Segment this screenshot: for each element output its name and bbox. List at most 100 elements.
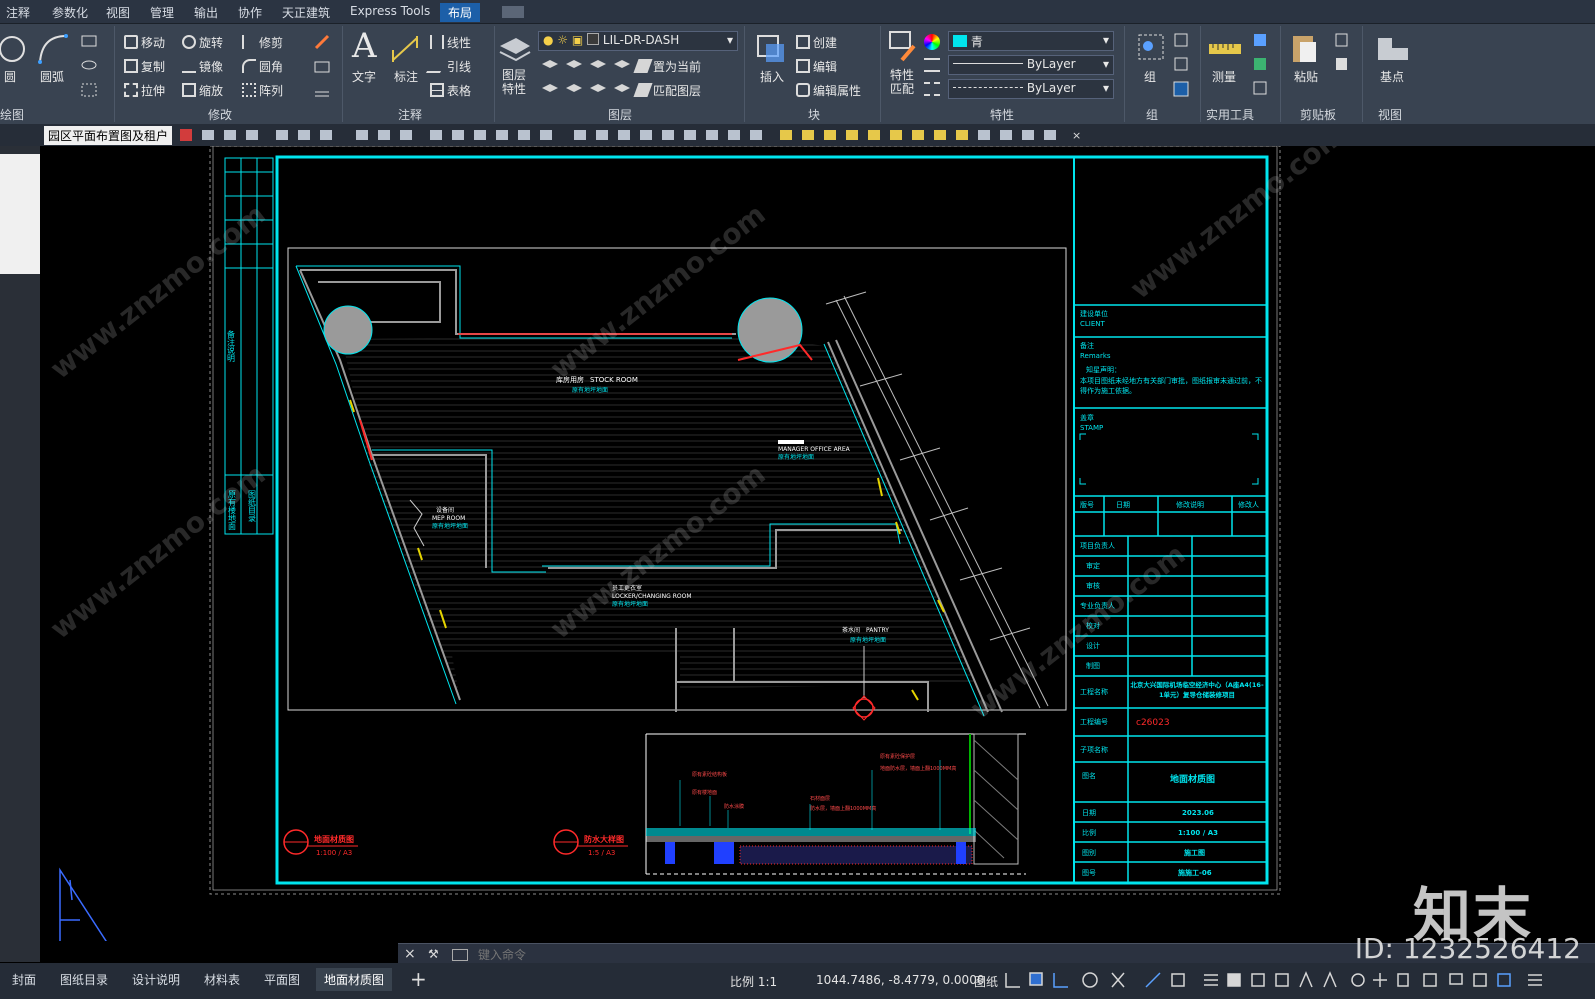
linear-dim-button[interactable]: 线性: [430, 34, 471, 51]
paper-space-toggle[interactable]: 图纸: [974, 973, 998, 990]
layout-tab[interactable]: 设计说明: [132, 971, 180, 988]
menu-layout[interactable]: 布局: [440, 3, 481, 22]
layers-panel-label[interactable]: 图层: [608, 106, 632, 123]
color-dropdown[interactable]: 青 ▾: [948, 31, 1114, 51]
menu-manage[interactable]: 管理: [150, 4, 174, 21]
menu-collaborate[interactable]: 协作: [238, 4, 262, 21]
mirror-button[interactable]: 镜像: [182, 58, 223, 75]
svg-text:原有素砼保护层: 原有素砼保护层: [880, 753, 915, 760]
modify-panel-label[interactable]: 修改: [208, 106, 232, 123]
room-label-en: MANAGER OFFICE AREA: [778, 446, 851, 453]
set-current-button[interactable]: 置为当前: [633, 58, 701, 75]
group-tool-icons[interactable]: [1172, 32, 1192, 102]
base-view-icon[interactable]: [1376, 36, 1410, 62]
layout-tab[interactable]: 平面图: [264, 971, 300, 988]
svg-text:日期: 日期: [1082, 809, 1096, 817]
annotation-scale[interactable]: 比例 1:1: [730, 973, 777, 990]
lock-icon: ▣: [571, 33, 584, 47]
paste-label: 粘贴: [1294, 70, 1319, 84]
edit-attribute-button[interactable]: 编辑属性: [796, 82, 861, 99]
menu-annotate[interactable]: 注释: [6, 4, 30, 21]
clipboard-tool-icons[interactable]: [1334, 32, 1350, 78]
room-material: 原有地坪地面: [850, 636, 886, 644]
array-button[interactable]: 阵列: [242, 82, 283, 99]
drawing-canvas[interactable]: 备注说明 原有楼地面 图纸目录 库房用房 STOCK ROOM 原有地坪地面 M…: [40, 146, 1595, 941]
block-panel-label[interactable]: 块: [808, 106, 820, 123]
lightbulb-icon: ●: [543, 33, 554, 47]
scale-button[interactable]: 缩放: [182, 82, 223, 99]
match-properties-icon[interactable]: [888, 30, 918, 64]
rotate-button[interactable]: 旋转: [182, 34, 223, 51]
circle-label: 圆: [4, 70, 17, 84]
multileader-button[interactable]: 引线: [425, 58, 471, 75]
menu-view[interactable]: 视图: [106, 4, 130, 21]
lineweight-dropdown[interactable]: ByLayer ▾: [948, 55, 1114, 75]
properties-panel-label[interactable]: 特性: [990, 106, 1014, 123]
ribbon: 圆 圆弧 绘图 移动 旋转 修剪 复制 镜像 圆角 拉伸 缩放 阵列 修改 A …: [0, 24, 1595, 124]
svg-text:修改说明: 修改说明: [1176, 500, 1204, 509]
view-panel-label[interactable]: 视图: [1378, 106, 1402, 123]
add-layout-icon[interactable]: +: [410, 967, 427, 991]
room-label-cn: 设备间: [436, 506, 454, 514]
paste-icon[interactable]: [1290, 30, 1320, 66]
edit-block-icon: [796, 59, 810, 73]
chevron-down-icon: ▾: [1102, 81, 1109, 95]
menu-tangent[interactable]: 天正建筑: [282, 4, 330, 21]
svg-text:建设单位: 建设单位: [1080, 309, 1108, 318]
dimension-icon[interactable]: [390, 34, 420, 64]
stamp-corners: [1079, 433, 1259, 485]
draw-panel-label[interactable]: 绘图: [0, 106, 24, 123]
svg-text:STAMP: STAMP: [1080, 424, 1103, 432]
table-button[interactable]: 表格: [430, 82, 471, 99]
arc-icon[interactable]: [36, 32, 70, 66]
measure-icon[interactable]: [1208, 38, 1242, 58]
insert-label: 插入: [760, 70, 785, 84]
date-value: 2023.06: [1182, 809, 1214, 817]
fillet-button[interactable]: 圆角: [242, 58, 283, 75]
layer-tool-icons[interactable]: [540, 56, 630, 100]
insert-block-icon[interactable]: [754, 30, 786, 66]
layer-dropdown[interactable]: ● ☼ ▣ LIL-DR-DASH ▾: [538, 31, 738, 51]
layer-properties-icon[interactable]: [498, 32, 532, 66]
menu-output[interactable]: 输出: [194, 4, 218, 21]
draw-small-icons[interactable]: [80, 34, 102, 104]
separator: [494, 26, 495, 122]
move-button[interactable]: 移动: [124, 34, 165, 51]
text-icon[interactable]: A: [352, 26, 377, 66]
layout-tab[interactable]: 图纸目录: [60, 971, 108, 988]
command-history-icon[interactable]: [452, 949, 468, 961]
utility-tool-icons[interactable]: [1252, 32, 1270, 102]
circle-icon[interactable]: [0, 32, 30, 66]
modify-extra-icons[interactable]: [312, 34, 334, 102]
status-tool-icons[interactable]: [1004, 971, 1595, 991]
edit-block-button[interactable]: 编辑: [796, 58, 837, 75]
linetype-dropdown[interactable]: ByLayer ▾: [948, 79, 1114, 99]
workspace-dropdown-icon[interactable]: [502, 6, 524, 18]
svg-text:审核: 审核: [1086, 581, 1100, 590]
color-wheel-icon[interactable]: [924, 34, 940, 50]
utilities-panel-label[interactable]: 实用工具: [1206, 106, 1254, 123]
copy-button[interactable]: 复制: [124, 58, 165, 75]
waterproof-detail: [645, 733, 1026, 875]
toolbar-icons[interactable]: ×: [176, 127, 1086, 145]
close-icon[interactable]: ×: [404, 946, 416, 962]
sun-icon: ☼: [557, 33, 569, 47]
project-name-box: 北京大兴国际机场临空经济中心（A座A4(16-1单元）复导仓储装修项目: [1130, 681, 1263, 699]
clipboard-panel-label[interactable]: 剪贴板: [1300, 106, 1336, 123]
trim-button[interactable]: 修剪: [242, 34, 283, 51]
group-icon[interactable]: [1136, 32, 1166, 66]
wrench-icon[interactable]: ⚒: [428, 947, 439, 961]
room-material: 原有地坪地面: [432, 522, 468, 530]
layout-tab[interactable]: 材料表: [204, 971, 240, 988]
layout-tab-active[interactable]: 地面材质图: [316, 968, 393, 991]
match-layer-button[interactable]: 匹配图层: [633, 82, 701, 99]
palette-panel[interactable]: [0, 154, 40, 274]
group-panel-label[interactable]: 组: [1146, 106, 1158, 123]
document-tab[interactable]: 园区平面布置图及租户: [44, 126, 172, 145]
menu-express-tools[interactable]: Express Tools: [350, 4, 430, 18]
annotation-panel-label[interactable]: 注释: [398, 106, 422, 123]
layout-tab[interactable]: 封面: [12, 971, 36, 988]
menu-parametric[interactable]: 参数化: [52, 4, 88, 21]
stretch-button[interactable]: 拉伸: [124, 82, 165, 99]
create-block-button[interactable]: 创建: [796, 34, 837, 51]
